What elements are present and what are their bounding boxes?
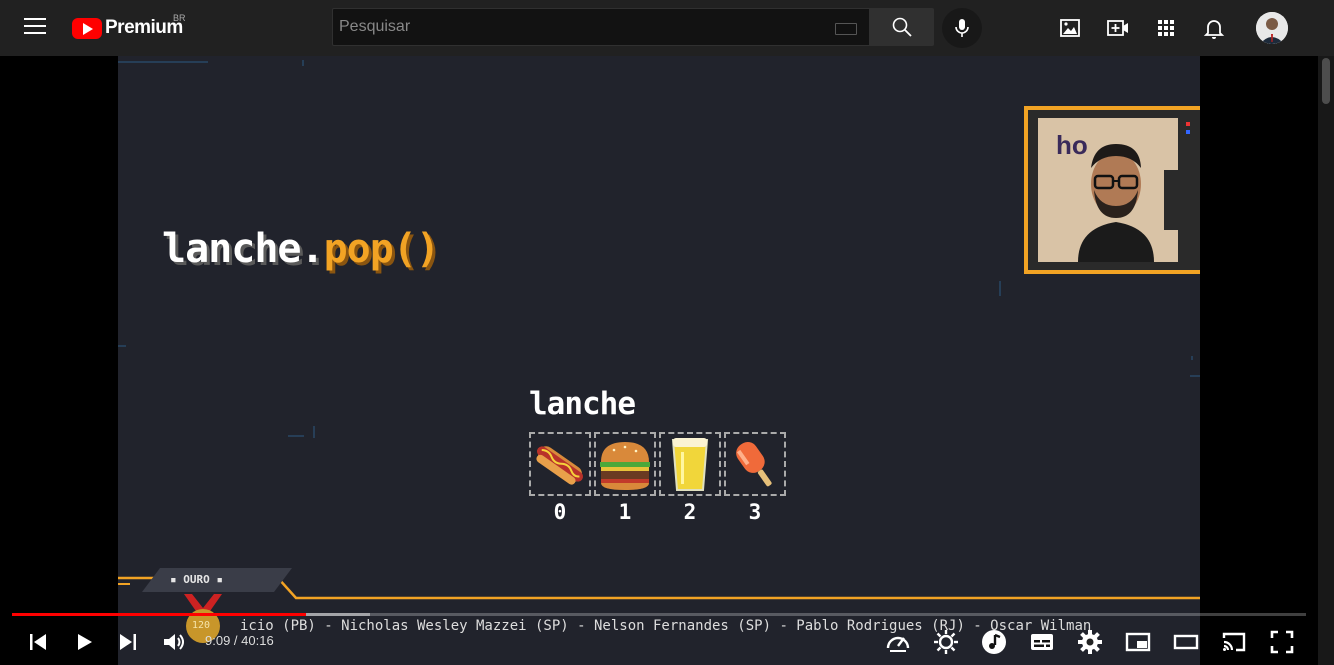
- duration: 40:16: [241, 633, 274, 648]
- previous-icon: [30, 634, 46, 650]
- notifications-bell-icon[interactable]: [1202, 16, 1226, 40]
- voice-search-button[interactable]: [942, 8, 982, 48]
- create-video-icon[interactable]: [1106, 16, 1130, 40]
- search-box: [332, 8, 870, 46]
- speedometer-icon: [886, 636, 910, 652]
- play-icon: [78, 634, 92, 650]
- play-button[interactable]: [70, 628, 98, 656]
- next-icon: [120, 634, 136, 650]
- hot-dog-icon: [536, 446, 584, 485]
- time-display: 9:09 / 40:16: [205, 633, 274, 648]
- hamburger-icon: [600, 442, 650, 490]
- search-button[interactable]: [870, 8, 934, 46]
- supporters-ticker: icio (PB) - Nicholas Wesley Mazzei (SP) …: [240, 618, 1092, 634]
- youtube-premium-logo[interactable]: Premium BR: [72, 13, 186, 40]
- title-part-lanche: lanche.: [162, 226, 325, 272]
- cast-icon: [1222, 632, 1246, 652]
- theater-icon: [1173, 634, 1199, 650]
- array-slot-2: [659, 432, 721, 496]
- previous-button[interactable]: [24, 628, 52, 656]
- array-slot-0: [529, 432, 591, 496]
- webcam-overlay: ho: [1024, 106, 1200, 274]
- beer-icon: [671, 438, 709, 491]
- settings-button[interactable]: [1076, 628, 1104, 656]
- subtitles-icon: [1031, 634, 1053, 650]
- medal-number: 120: [192, 620, 211, 631]
- volume-button[interactable]: [160, 628, 188, 656]
- svg-text:ho: ho: [1056, 130, 1088, 160]
- title-part-pop: pop(): [323, 226, 440, 272]
- ambient-mode-button[interactable]: [932, 628, 960, 656]
- fullscreen-icon: [1270, 630, 1294, 654]
- music-button[interactable]: [980, 628, 1008, 656]
- playback-speed-button[interactable]: [884, 628, 912, 656]
- next-button[interactable]: [114, 628, 142, 656]
- array-index-0: 0: [553, 500, 567, 524]
- logo-region: BR: [173, 13, 186, 23]
- music-note-icon: [982, 630, 1006, 654]
- array-index-2: 2: [683, 500, 697, 524]
- subtitles-button[interactable]: [1028, 628, 1056, 656]
- fullscreen-button[interactable]: [1268, 628, 1296, 656]
- volume-icon: [164, 634, 184, 650]
- video-title-text: lanche.pop(): [162, 226, 440, 272]
- presenter-image: ho: [1038, 118, 1190, 262]
- create-post-icon[interactable]: [1058, 16, 1082, 40]
- current-time: 9:09: [205, 633, 231, 648]
- ouro-badge-label: ▪ OURO ▪: [170, 573, 223, 586]
- logo-text: Premium: [105, 17, 183, 38]
- search-icon: [892, 17, 912, 37]
- scrollbar-thumb[interactable]: [1322, 58, 1330, 104]
- apps-grid-icon[interactable]: [1154, 16, 1178, 40]
- array-index-1: 1: [618, 500, 632, 524]
- cast-button[interactable]: [1220, 628, 1248, 656]
- array-slot-3: [724, 432, 786, 496]
- gear-icon: [1078, 630, 1102, 654]
- keyboard-icon[interactable]: [835, 23, 857, 35]
- theater-mode-button[interactable]: [1172, 628, 1200, 656]
- menu-icon[interactable]: [24, 18, 46, 38]
- sun-gear-icon: [934, 630, 958, 654]
- video-player[interactable]: lanche.pop() lanche 0 1 2 3 ho ▪ OURO ▪ …: [118, 56, 1200, 665]
- progress-played: [12, 613, 306, 616]
- array-index-3: 3: [748, 500, 762, 524]
- youtube-play-icon: [72, 17, 102, 39]
- miniplayer-button[interactable]: [1124, 628, 1152, 656]
- array-label: lanche: [529, 386, 636, 422]
- microphone-icon: [955, 19, 969, 37]
- miniplayer-icon: [1125, 632, 1151, 652]
- popsicle-icon: [736, 441, 772, 487]
- array-slot-1: [594, 432, 656, 496]
- avatar[interactable]: [1256, 12, 1288, 44]
- search-input[interactable]: [333, 9, 823, 45]
- page-scrollbar[interactable]: [1318, 56, 1334, 665]
- masthead: Premium BR: [0, 0, 1334, 56]
